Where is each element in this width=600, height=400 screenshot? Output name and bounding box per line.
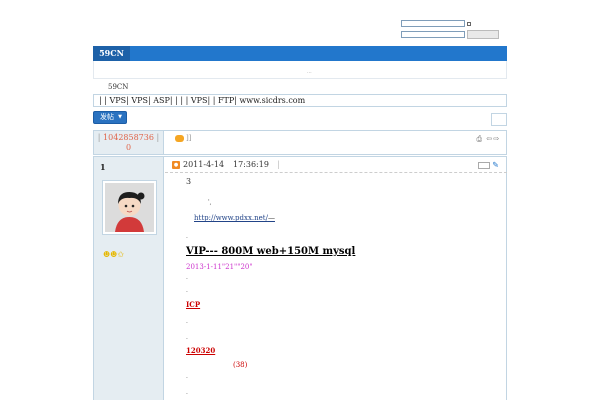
sub-nav-dots: ... xyxy=(307,69,312,75)
post: 1 ☻☻✩ ● 2011-4-14 17:36:19 | ✎ 3 ', http… xyxy=(93,156,507,400)
sub-navbar: ... xyxy=(93,61,507,79)
login-button[interactable] xyxy=(467,30,499,39)
thread-header: | 1042858736 | 0 ]] ⎙ ⇦⇨ xyxy=(93,130,507,155)
spacer-dot: . xyxy=(186,334,188,341)
thread-title[interactable]: ]] xyxy=(186,134,191,142)
thread-views: 1042858736 xyxy=(103,133,154,142)
content-vip: VIP--- 800M web+150M mysql xyxy=(186,246,356,257)
username-input[interactable] xyxy=(401,20,465,27)
content-link[interactable]: http://www.pdxx.net/ xyxy=(194,214,268,222)
stats-sep-left: | xyxy=(97,133,101,142)
meta-pipe: | xyxy=(277,160,280,169)
thread-stats: | 1042858736 | 0 xyxy=(94,131,164,154)
chevron-down-icon: ▼ xyxy=(118,114,122,120)
content-link-row: http://www.pdxx.net/— xyxy=(194,214,275,222)
content-number: 3 xyxy=(186,177,192,186)
spacer-dot: . xyxy=(186,389,188,396)
post-time: 17:36:19 xyxy=(233,160,269,169)
remember-checkbox[interactable] xyxy=(467,22,471,26)
spacer-dot: . xyxy=(186,373,188,380)
content-count: (38) xyxy=(233,361,248,369)
thread-type-icon xyxy=(175,135,184,142)
spacer-dot: . xyxy=(186,318,188,325)
medal-icons: ☻☻✩ xyxy=(103,250,125,259)
content-tiny: ', xyxy=(208,199,212,206)
online-icon: ● xyxy=(172,161,180,169)
content-link-tail: — xyxy=(267,214,275,222)
content-icp[interactable]: ICP xyxy=(186,300,200,309)
author-sidebar: 1 ☻☻✩ xyxy=(94,157,164,400)
new-post-button[interactable]: 发帖 ▼ xyxy=(93,111,127,124)
content-date: 2013-1-11"21""20" xyxy=(186,263,253,271)
notice-bar: | | VPS| VPS| ASP| | | | VPS| | FTP| www… xyxy=(93,94,507,107)
page-box[interactable] xyxy=(491,113,507,126)
thread-replies: 0 xyxy=(125,143,132,152)
avatar[interactable] xyxy=(102,180,157,235)
edit-pen-icon[interactable]: ✎ xyxy=(492,161,499,170)
floor-jump-box[interactable] xyxy=(477,161,490,169)
post-meta: ● 2011-4-14 17:36:19 | ✎ xyxy=(165,157,507,173)
post-date: 2011-4-14 xyxy=(183,160,225,169)
breadcrumb[interactable]: 59CN xyxy=(108,83,128,91)
thread-tools[interactable]: ⎙ ⇦⇨ xyxy=(476,135,500,144)
content-number-2[interactable]: 120320 xyxy=(186,346,215,355)
floor-number: 1 xyxy=(100,162,106,172)
site-navbar: 59CN xyxy=(93,46,507,61)
stats-sep-right: | xyxy=(156,133,160,142)
site-tab[interactable]: 59CN xyxy=(93,46,130,61)
new-post-label: 发帖 xyxy=(100,113,114,121)
spacer-dot: . xyxy=(186,287,188,294)
spacer-dot: . xyxy=(186,233,188,240)
password-input[interactable] xyxy=(401,31,465,38)
spacer-dot: . xyxy=(186,274,188,281)
post-actions: ✎ xyxy=(477,160,499,170)
avatar-icon xyxy=(105,183,154,232)
